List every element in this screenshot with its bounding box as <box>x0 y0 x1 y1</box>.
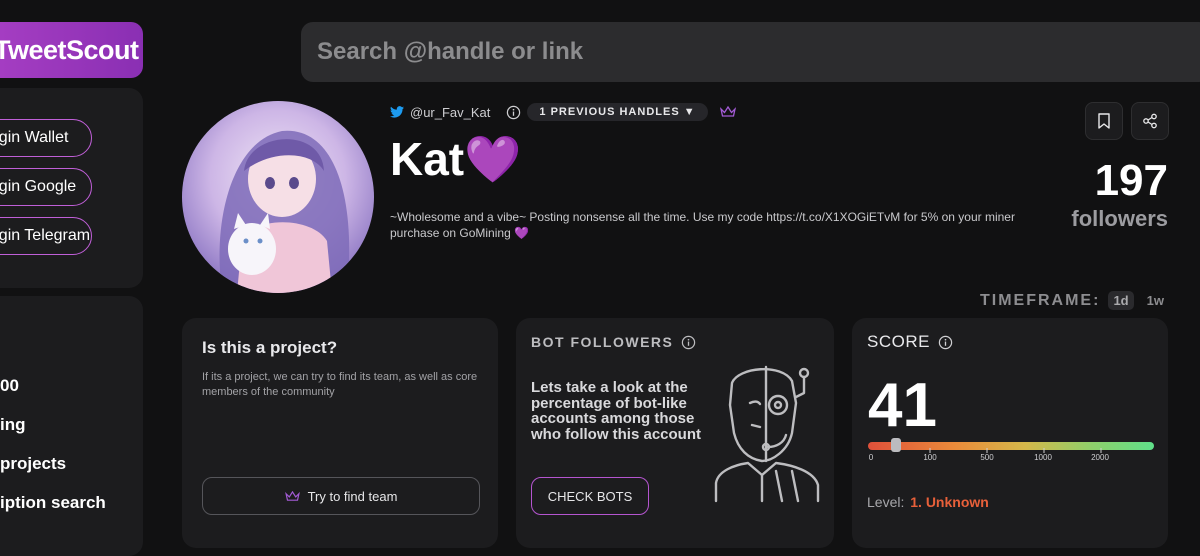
handle-row: @ur_Fav_Kat 1 PREVIOUS HANDLES ▼ <box>390 102 736 122</box>
login-telegram-label: Login Telegram <box>0 227 91 244</box>
login-wallet-button[interactable]: Login Wallet <box>0 119 92 157</box>
score-gauge-ticks <box>929 448 1102 453</box>
info-icon[interactable] <box>681 335 696 350</box>
login-google-button[interactable]: Login Google <box>0 168 92 206</box>
sidebar-nav-item[interactable]: ing <box>0 415 26 435</box>
brand-logo-text: TweetScout <box>0 34 139 65</box>
login-google-label: Login Google <box>0 178 77 195</box>
score-level-value: 1. Unknown <box>910 494 989 510</box>
check-bots-label: CHECK BOTS <box>547 488 633 504</box>
followers-label: followers <box>1071 206 1168 231</box>
score-scale-label: 2000 <box>1091 453 1109 462</box>
profile-avatar <box>182 101 374 293</box>
bot-followers-title-row: BOT FOLLOWERS <box>531 334 696 350</box>
score-level-label: Level: <box>867 494 905 510</box>
find-team-button[interactable]: Try to find team <box>202 477 480 515</box>
info-icon[interactable] <box>938 335 953 350</box>
score-value: 41 <box>868 371 937 440</box>
crown-icon <box>719 106 736 117</box>
sidebar-nav-item[interactable]: iption search <box>0 493 106 513</box>
previous-handles-label: 1 PREVIOUS HANDLES <box>539 106 680 118</box>
bot-followers-description: Lets take a look at the percentage of bo… <box>531 379 701 443</box>
project-card-description: If its a project, we can try to find its… <box>202 371 478 398</box>
share-icon <box>1143 113 1157 129</box>
bot-followers-card: BOT FOLLOWERS Lets take a look at the pe… <box>516 318 834 548</box>
score-scale-label: 500 <box>980 453 994 462</box>
score-title: SCORE <box>867 332 930 351</box>
sidebar-login-panel: Login Wallet Login Google Login Telegram <box>0 88 143 288</box>
score-title-row: SCORE <box>867 332 953 352</box>
previous-handles-dropdown[interactable]: 1 PREVIOUS HANDLES ▼ <box>527 103 708 121</box>
bookmark-icon <box>1098 113 1110 129</box>
score-scale-label: 100 <box>923 453 937 462</box>
search-input[interactable] <box>301 22 1200 82</box>
share-button[interactable] <box>1131 102 1169 140</box>
login-wallet-label: Login Wallet <box>0 129 69 146</box>
twitter-bird-icon <box>390 106 404 118</box>
score-level-row: Level: 1. Unknown <box>867 494 989 510</box>
avatar-illustration <box>219 130 350 293</box>
timeframe-option-1d[interactable]: 1d <box>1108 291 1134 310</box>
crown-icon <box>284 490 300 501</box>
sidebar-nav-item[interactable]: projects <box>0 454 66 474</box>
followers-count: 197 <box>1094 156 1168 205</box>
profile-name: Kat💜 <box>390 133 522 185</box>
login-telegram-button[interactable]: Login Telegram <box>0 217 92 255</box>
timeframe-selector: TIMEFRAME: 1d 1w <box>980 291 1169 310</box>
score-gauge-bar <box>868 438 1154 453</box>
project-card-title: Is this a project? <box>202 338 338 357</box>
caret-down-icon: ▼ <box>683 106 696 118</box>
sidebar-nav-item[interactable]: 00 <box>0 376 19 396</box>
profile-bio: ~Wholesome and a vibe~ Posting nonsense … <box>390 210 1015 240</box>
twitter-handle[interactable]: @ur_Fav_Kat <box>410 105 490 120</box>
robot-human-icon <box>714 365 820 503</box>
brand-logo[interactable]: TweetScout <box>0 22 143 78</box>
score-scale-label: 0 <box>868 453 874 462</box>
info-icon[interactable] <box>506 105 521 120</box>
bot-followers-title: BOT FOLLOWERS <box>531 334 674 350</box>
sidebar-nav-panel: 00 ing projects iption search <box>0 296 143 556</box>
bookmark-button[interactable] <box>1085 102 1123 140</box>
check-bots-button[interactable]: CHECK BOTS <box>531 477 649 515</box>
timeframe-option-1w[interactable]: 1w <box>1142 291 1169 310</box>
project-card: Is this a project? If its a project, we … <box>182 318 498 548</box>
score-scale-label: 1000 <box>1034 453 1052 462</box>
timeframe-label: TIMEFRAME: <box>980 291 1101 309</box>
find-team-label: Try to find team <box>307 488 398 504</box>
